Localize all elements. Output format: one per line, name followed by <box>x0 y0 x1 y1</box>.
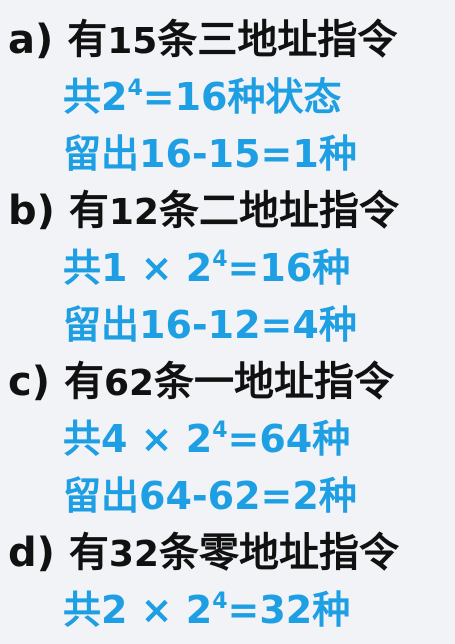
item-c-heading: c) 有62条一地址指令 <box>8 354 445 411</box>
item-a-pre: 有 <box>67 17 108 63</box>
item-a-total-result: =16种状态 <box>142 75 342 119</box>
item-a-total-base: 2 <box>101 75 128 119</box>
item-c-total-line: 共4 × 24=64种 <box>8 411 445 468</box>
item-c-total-base: 4 × 2 <box>101 417 213 461</box>
item-d-total-exponent: 4 <box>212 589 228 614</box>
item-b-marker: b) <box>8 188 55 234</box>
item-b-pre: 有 <box>68 188 109 234</box>
item-c-count: 62 <box>103 363 155 404</box>
item-d-total-base: 2 × 2 <box>101 588 213 632</box>
item-a-post: 条三地址指令 <box>157 17 398 63</box>
item-b-remain-line: 留出16-12=4种 <box>63 303 357 347</box>
item-d-total-line: 共2 × 24=32种 <box>8 582 445 639</box>
item-d-heading: d) 有32条零地址指令 <box>8 525 445 582</box>
item-b-total-exponent: 4 <box>212 247 228 272</box>
item-b-total-prefix: 共 <box>63 246 102 290</box>
item-a-remain-line: 留出16-15=1种 <box>63 132 357 176</box>
item-c-post: 条一地址指令 <box>154 359 395 405</box>
item-b-post: 条二地址指令 <box>158 188 399 234</box>
item-c-total-result: =64种 <box>227 417 351 461</box>
item-d-pre: 有 <box>68 530 109 576</box>
item-b-total-result: =16种 <box>227 246 351 290</box>
item-b-count: 12 <box>108 192 159 233</box>
item-c-marker: c) <box>8 359 50 405</box>
item-b-total-base: 1 × 2 <box>101 246 213 290</box>
item-a-count: 15 <box>107 21 158 62</box>
item-d-total-result: =32种 <box>227 588 351 632</box>
item-a-total-prefix: 共 <box>63 75 102 119</box>
slide-content: a) 有15条三地址指令 共24=16种状态 留出16-15=1种 b) 有12… <box>0 0 455 644</box>
item-b-heading: b) 有12条二地址指令 <box>8 183 445 240</box>
item-c-total-prefix: 共 <box>63 417 102 461</box>
item-c-pre: 有 <box>63 359 104 405</box>
item-c-total-exponent: 4 <box>212 418 228 443</box>
item-d-post: 条零地址指令 <box>158 530 399 576</box>
item-c-remain-line: 留出64-62=2种 <box>63 474 357 518</box>
item-d-marker: d) <box>8 530 55 576</box>
item-a-marker: a) <box>8 17 54 63</box>
item-d-count: 32 <box>108 534 159 575</box>
item-d-total-prefix: 共 <box>63 588 102 632</box>
item-a-total-line: 共24=16种状态 <box>8 69 445 126</box>
item-a-heading: a) 有15条三地址指令 <box>8 12 445 69</box>
item-b-total-line: 共1 × 24=16种 <box>8 240 445 297</box>
item-a-total-exponent: 4 <box>127 76 143 101</box>
